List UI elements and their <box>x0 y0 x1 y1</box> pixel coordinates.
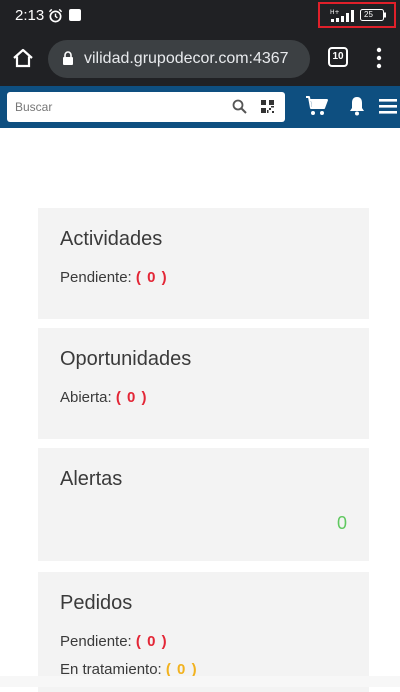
signal-icon: H+ <box>330 9 354 22</box>
line-label: Abierta: <box>60 389 112 406</box>
home-icon[interactable] <box>12 47 34 69</box>
url-text[interactable]: vilidad.grupodecor.com:4367 <box>84 50 310 68</box>
card-pedidos[interactable]: Pedidos Pendiente: ( 0 ) En tratamiento:… <box>38 572 369 692</box>
dashboard-content: Actividades Pendiente: ( 0 ) Oportunidad… <box>0 128 400 692</box>
app-header <box>0 86 400 128</box>
search-box <box>7 92 285 122</box>
bell-icon[interactable] <box>348 96 366 116</box>
status-time: 2:13 <box>15 7 45 24</box>
card-title: Oportunidades <box>60 348 192 370</box>
card-actividades[interactable]: Actividades Pendiente: ( 0 ) <box>38 208 369 319</box>
hamburger-menu-icon[interactable] <box>379 98 397 114</box>
card-line-pendiente[interactable]: Pendiente: ( 0 ) <box>60 269 168 286</box>
card-oportunidades[interactable]: Oportunidades Abierta: ( 0 ) <box>38 328 369 439</box>
search-icon[interactable] <box>232 99 247 114</box>
card-line-pendiente[interactable]: Pendiente: ( 0 ) <box>60 633 168 650</box>
card-title: Actividades <box>60 228 163 250</box>
battery-level: 25 <box>364 10 373 19</box>
browser-toolbar: vilidad.grupodecor.com:4367 10 <box>0 32 400 86</box>
status-indicators: H+ 25 <box>318 2 396 28</box>
qr-code-icon[interactable] <box>261 100 274 113</box>
network-type: H+ <box>330 9 340 16</box>
cart-icon[interactable] <box>305 96 329 116</box>
bottom-edge <box>0 676 400 687</box>
alert-count[interactable]: 0 <box>337 513 347 534</box>
status-bar: 2:13 H+ 25 <box>0 0 400 32</box>
card-title: Pedidos <box>60 592 133 614</box>
card-title: Alertas <box>60 468 123 490</box>
count-badge[interactable]: ( 0 ) <box>136 633 168 650</box>
line-label: Pendiente: <box>60 633 132 650</box>
count-badge[interactable]: ( 0 ) <box>136 269 168 286</box>
lock-icon <box>63 51 73 65</box>
notification-icon <box>69 9 81 21</box>
count-badge[interactable]: ( 0 ) <box>116 389 148 406</box>
search-input[interactable] <box>7 92 225 122</box>
more-menu-icon[interactable] <box>374 46 384 70</box>
address-bar[interactable]: vilidad.grupodecor.com:4367 <box>48 40 310 78</box>
alarm-icon <box>48 8 63 23</box>
card-alertas[interactable]: Alertas 0 <box>38 448 369 561</box>
line-label: Pendiente: <box>60 269 132 286</box>
card-line-abierta[interactable]: Abierta: ( 0 ) <box>60 389 148 406</box>
tabs-count-button[interactable]: 10 <box>328 47 348 67</box>
